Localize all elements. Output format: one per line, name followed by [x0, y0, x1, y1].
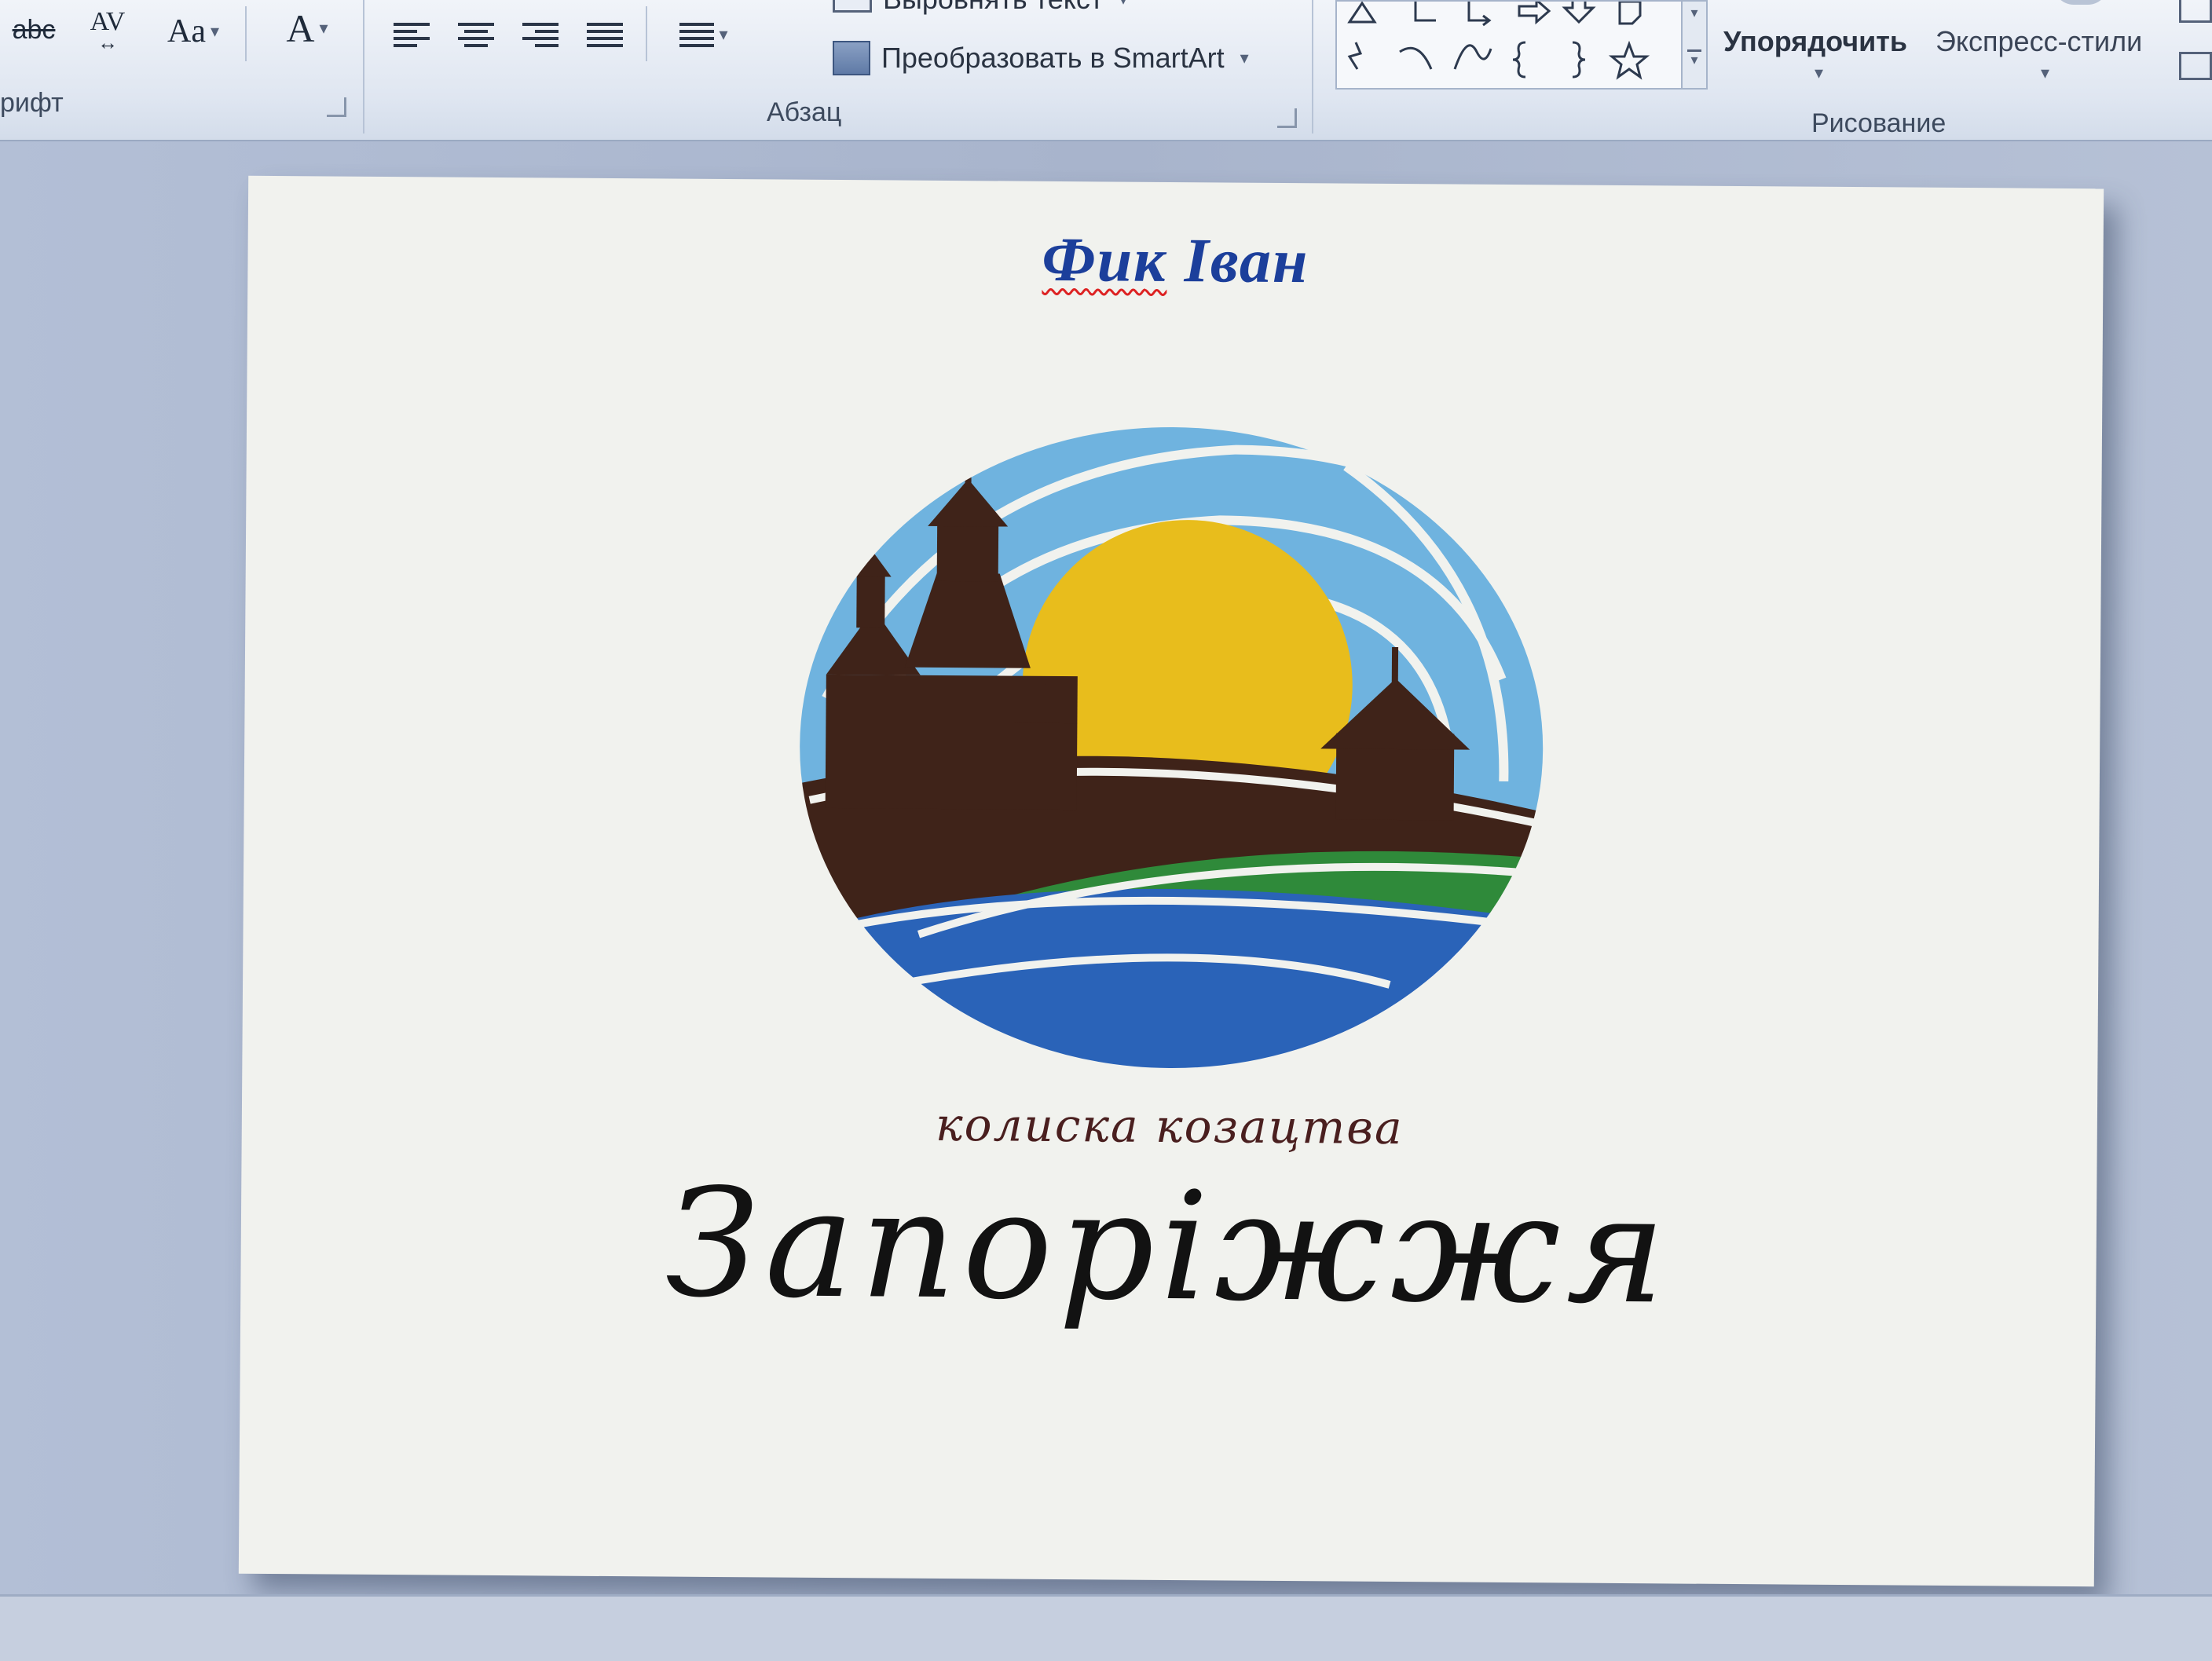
chevron-down-icon: ▾ [1240, 48, 1249, 68]
paragraph-group-label: Абзац [767, 97, 842, 127]
author-surname: Фик [1042, 225, 1167, 295]
chevron-down-icon: ▾ [319, 18, 328, 38]
quick-styles-label: Экспресс-стили [1936, 25, 2143, 57]
scroll-up-icon[interactable]: ▾ [1683, 5, 1706, 21]
chevron-down-icon: ▾ [719, 24, 728, 44]
group-separator [1312, 0, 1313, 134]
quick-styles-button[interactable]: Экспресс-стили [1936, 25, 2142, 58]
logo-city-name: Запоріжжя [665, 1156, 1672, 1337]
author-given-name: Іван [1184, 226, 1309, 297]
arrange-label: Упорядочить [1723, 25, 1908, 57]
separator [245, 6, 247, 61]
zaporizhzhia-logo [796, 423, 1547, 1073]
change-case-button[interactable]: Aa ▾ [154, 6, 233, 57]
separator [646, 6, 647, 61]
shape-fill-icon[interactable] [2179, 0, 2212, 23]
spacing-arrows-icon: ↔ [97, 31, 118, 54]
chevron-down-icon: ▾ [2041, 63, 2050, 82]
font-group-label: рифт [0, 88, 64, 118]
dialog-launcher-icon[interactable] [327, 97, 346, 117]
align-center-icon [458, 22, 494, 47]
drawing-group-label: Рисование [1811, 108, 1946, 138]
align-text-icon [833, 0, 872, 13]
group-separator [363, 0, 364, 134]
shapes-gallery-icons [1347, 2, 1650, 80]
strikethrough-label: abc [12, 14, 56, 45]
align-text-label: Выровнять текст [883, 0, 1103, 16]
author-name: Фик Іван [247, 219, 2104, 303]
ribbon: abc AV ↔ Aa▾ A▾ рифт ▾ Выровнять текст▾ … [0, 0, 2212, 141]
font-color-button[interactable]: A ▾ [264, 3, 350, 53]
chevron-down-icon: ▾ [1119, 0, 1127, 9]
smartart-icon [833, 41, 870, 75]
align-text-button[interactable]: Выровнять текст ▾ [833, 0, 1127, 16]
justify-icon [587, 22, 623, 47]
shapes-gallery[interactable]: ▾ ▾ [1335, 0, 1708, 90]
logo-tagline: колиска козацтва [935, 1097, 1404, 1155]
gallery-scroll[interactable]: ▾ ▾ [1681, 2, 1706, 88]
quick-styles-icon [2053, 0, 2108, 5]
slide[interactable]: Фик Іван колиска козацтва Запоріжжя [238, 175, 2104, 1587]
shape-outline-icon[interactable] [2179, 52, 2212, 80]
chevron-down-icon: ▾ [1815, 63, 1824, 82]
character-spacing-button[interactable]: AV ↔ [72, 5, 143, 55]
status-strip [0, 1594, 2212, 1661]
font-color-label: A [286, 6, 315, 50]
align-right-icon [522, 22, 558, 47]
dialog-launcher-icon[interactable] [1277, 108, 1297, 128]
convert-to-smartart-button[interactable]: Преобразовать в SmartArt ▾ [833, 41, 1249, 75]
convert-to-smartart-label: Преобразовать в SmartArt [881, 42, 1225, 74]
change-case-label: Aa [167, 13, 206, 49]
justify-button[interactable] [581, 11, 628, 58]
strikethrough-button[interactable]: abc [6, 6, 61, 53]
align-right-button[interactable] [517, 11, 564, 58]
more-shapes-icon[interactable]: ▾ [1687, 49, 1701, 68]
arrange-button[interactable]: Упорядочить [1723, 25, 1907, 58]
align-left-icon [394, 22, 430, 47]
align-center-button[interactable] [452, 11, 500, 58]
align-left-button[interactable] [388, 11, 435, 58]
chevron-down-icon: ▾ [210, 21, 220, 41]
columns-icon [679, 22, 715, 47]
columns-button[interactable]: ▾ [665, 11, 743, 58]
